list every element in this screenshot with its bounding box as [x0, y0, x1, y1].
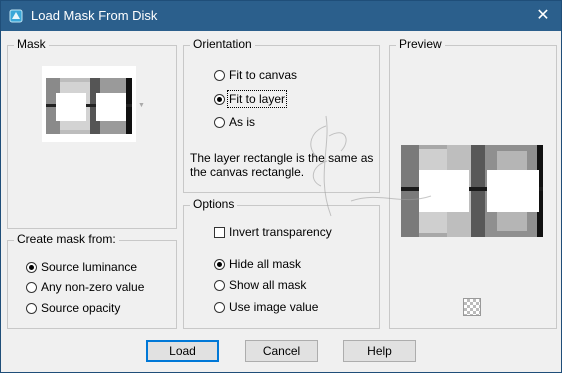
radio-indicator — [214, 116, 225, 128]
options-legend: Options — [190, 197, 238, 211]
checkbox-label: Invert transparency — [229, 225, 332, 239]
radio-label: Source opacity — [41, 301, 121, 315]
create-mask-from-group: Create mask from: Source luminance Any n… — [7, 232, 177, 329]
radio-as-is[interactable]: As is — [214, 113, 255, 131]
radio-show-all-mask[interactable]: Show all mask — [214, 276, 306, 294]
radio-label: Fit to layer — [226, 90, 288, 108]
radio-label: Fit to canvas — [229, 68, 298, 82]
radio-use-image-value[interactable]: Use image value — [214, 298, 318, 316]
close-button[interactable]: ✕ — [531, 5, 555, 27]
close-icon: ✕ — [536, 7, 550, 24]
mask-thumbnail-frame[interactable] — [42, 66, 136, 142]
radio-source-opacity[interactable]: Source opacity — [26, 299, 120, 317]
preview-group: Preview — [389, 37, 557, 329]
radio-label: Show all mask — [229, 278, 307, 292]
checkbox-invert-transparency[interactable]: Invert transparency — [214, 223, 332, 241]
radio-indicator — [214, 93, 225, 105]
radio-indicator — [26, 261, 37, 273]
radio-indicator — [214, 69, 225, 81]
radio-any-non-zero-value[interactable]: Any non-zero value — [26, 278, 144, 296]
radio-label: Use image value — [229, 300, 319, 314]
cancel-button[interactable]: Cancel — [245, 340, 318, 362]
radio-fit-to-layer[interactable]: Fit to layer — [214, 90, 288, 108]
help-button[interactable]: Help — [343, 340, 416, 362]
radio-indicator — [214, 258, 225, 270]
options-group: Options Invert transparency Hide all mas… — [183, 197, 380, 329]
thumbnail-dropdown-arrow-icon[interactable]: ▼ — [138, 102, 145, 109]
radio-indicator — [26, 302, 37, 314]
mask-thumbnail-image — [46, 78, 132, 134]
radio-hide-all-mask[interactable]: Hide all mask — [214, 255, 301, 273]
radio-label: Any non-zero value — [41, 280, 145, 294]
description-line-2: the canvas rectangle. — [190, 165, 305, 179]
radio-indicator — [26, 281, 37, 293]
load-button[interactable]: Load — [146, 340, 219, 362]
radio-source-luminance[interactable]: Source luminance — [26, 258, 137, 276]
window-title: Load Mask From Disk — [31, 8, 158, 23]
app-icon — [9, 9, 23, 23]
preview-image — [401, 145, 543, 237]
mask-legend: Mask — [14, 37, 49, 51]
preview-legend: Preview — [396, 37, 445, 51]
description-line-1: The layer rectangle is the same as — [190, 151, 374, 165]
radio-label: As is — [229, 115, 256, 129]
orientation-description: The layer rectangle is the same as the c… — [190, 151, 373, 179]
radio-label: Source luminance — [41, 260, 138, 274]
radio-fit-to-canvas[interactable]: Fit to canvas — [214, 66, 297, 84]
orientation-group: Orientation Fit to canvas Fit to layer A… — [183, 37, 380, 193]
title-bar[interactable]: Load Mask From Disk ✕ — [1, 1, 561, 31]
checkerboard-icon[interactable] — [463, 298, 481, 316]
load-mask-dialog: Load Mask From Disk ✕ Mask ▼ Create mask… — [0, 0, 562, 373]
checkbox-indicator — [214, 226, 225, 238]
orientation-legend: Orientation — [190, 37, 255, 51]
create-mask-legend: Create mask from: — [14, 232, 119, 246]
radio-indicator — [214, 279, 225, 291]
radio-indicator — [214, 301, 225, 313]
mask-group: Mask ▼ — [7, 37, 177, 229]
radio-label: Hide all mask — [229, 257, 302, 271]
